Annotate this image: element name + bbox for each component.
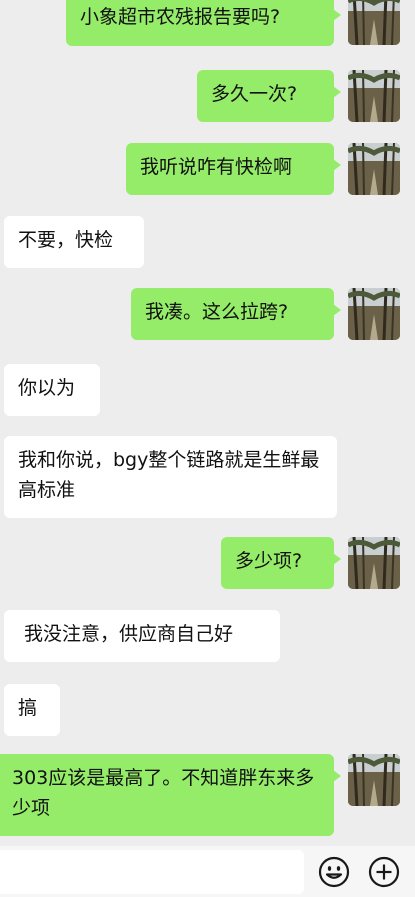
chat-history[interactable]: 小象超市农残报告要吗? 多久一次? 我听说咋有快检啊 不要，快检 我凑。这么拉跨… bbox=[0, 0, 415, 846]
plus-circle-icon bbox=[368, 856, 400, 888]
message-text: 小象超市农残报告要吗? bbox=[80, 6, 281, 28]
message-text: 你以为 bbox=[18, 377, 76, 399]
avatar[interactable] bbox=[348, 754, 400, 806]
message-text: 搞 bbox=[18, 697, 38, 719]
smiley-face-icon bbox=[318, 856, 350, 888]
forest-photo-avatar-icon bbox=[348, 70, 400, 122]
avatar[interactable] bbox=[348, 0, 400, 45]
message-bubble[interactable]: 我凑。这么拉跨? bbox=[131, 288, 341, 340]
message-text: 我没注意，供应商自己好 bbox=[24, 623, 234, 645]
message-bubble[interactable]: 多久一次? bbox=[197, 70, 341, 122]
message-bubble[interactable]: 搞 bbox=[4, 684, 60, 736]
forest-photo-avatar-icon bbox=[348, 143, 400, 195]
forest-photo-avatar-icon bbox=[348, 754, 400, 806]
message-text: 多久一次? bbox=[211, 83, 298, 105]
message-text: 我凑。这么拉跨? bbox=[145, 301, 289, 323]
message-bubble[interactable]: 我没注意，供应商自己好 bbox=[4, 610, 280, 662]
message-bubble[interactable]: 我和你说，bgy整个链路就是生鲜最高标准 bbox=[4, 436, 337, 518]
message-input[interactable] bbox=[0, 850, 304, 894]
avatar[interactable] bbox=[348, 70, 400, 122]
forest-photo-avatar-icon bbox=[348, 288, 400, 340]
message-text: 303应该是最高了。不知道胖东来多少项 bbox=[12, 767, 315, 819]
message-text: 我听说咋有快检啊 bbox=[140, 156, 293, 178]
message-bubble[interactable]: 不要，快检 bbox=[4, 216, 144, 268]
message-text: 多少项? bbox=[235, 550, 303, 572]
message-text: 不要，快检 bbox=[18, 229, 114, 251]
more-button[interactable] bbox=[368, 856, 400, 888]
avatar[interactable] bbox=[348, 537, 400, 589]
forest-photo-avatar-icon bbox=[348, 0, 400, 45]
message-bubble[interactable]: 我听说咋有快检啊 bbox=[126, 143, 341, 195]
avatar[interactable] bbox=[348, 143, 400, 195]
emoji-button[interactable] bbox=[318, 856, 350, 888]
message-bubble[interactable]: 303应该是最高了。不知道胖东来多少项 bbox=[0, 754, 341, 836]
message-bubble[interactable]: 多少项? bbox=[221, 537, 341, 589]
message-bubble[interactable]: 你以为 bbox=[4, 364, 100, 416]
forest-photo-avatar-icon bbox=[348, 537, 400, 589]
message-bubble[interactable]: 小象超市农残报告要吗? bbox=[66, 0, 341, 46]
avatar[interactable] bbox=[348, 288, 400, 340]
message-text: 我和你说，bgy整个链路就是生鲜最高标准 bbox=[18, 449, 320, 501]
input-bar bbox=[0, 846, 415, 897]
